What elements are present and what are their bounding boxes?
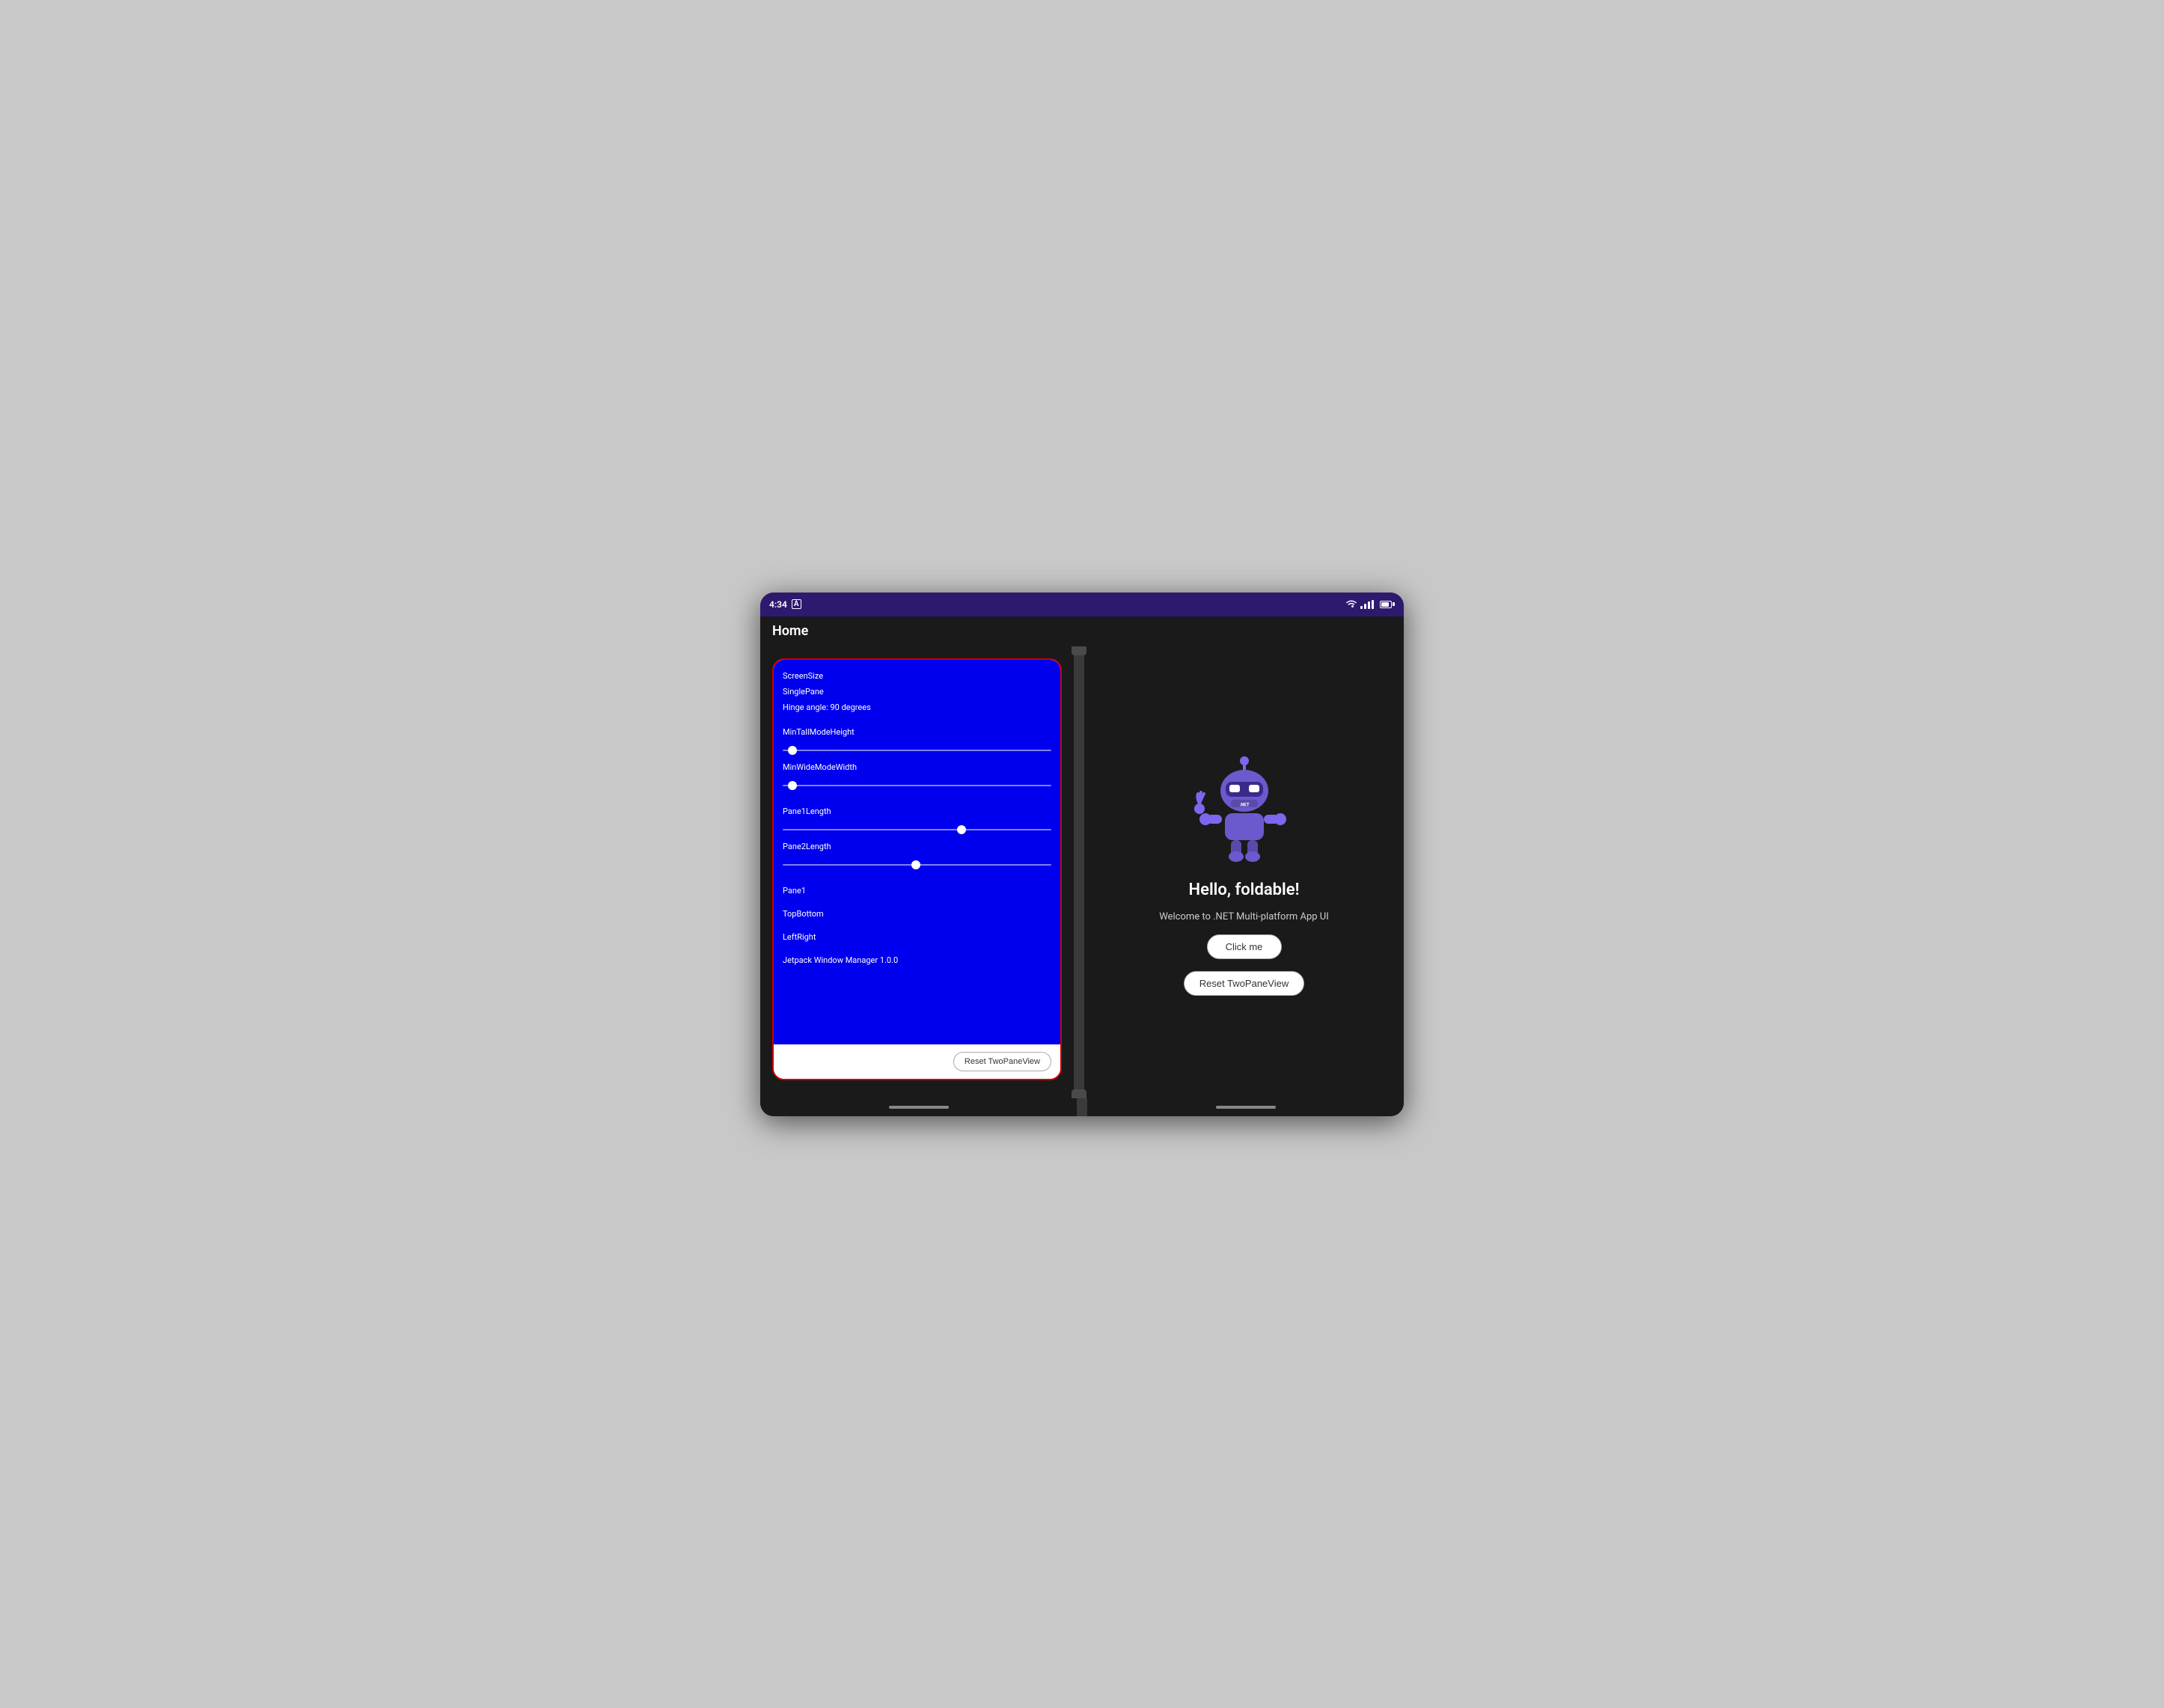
status-bar-left: 4:34 A (769, 599, 801, 610)
status-bar: 4:34 A (760, 593, 1404, 616)
bottom-nav-left (760, 1098, 1077, 1116)
robot-svg: .NET (1192, 749, 1297, 869)
pane2-length-slider[interactable] (783, 857, 1051, 872)
two-pane-view: ScreenSize SinglePane Hinge angle: 90 de… (760, 646, 1404, 1098)
screen-size-label: ScreenSize (783, 670, 1051, 682)
click-me-button[interactable]: Click me (1207, 934, 1282, 959)
pane-left: ScreenSize SinglePane Hinge angle: 90 de… (760, 646, 1074, 1098)
device-frame: 4:34 A (760, 593, 1404, 1116)
reset-twopane-left-button[interactable]: Reset TwoPaneView (953, 1052, 1051, 1071)
min-wide-slider[interactable] (783, 778, 1051, 793)
device-hinge (1074, 646, 1084, 1098)
hello-foldable-text: Hello, foldable! (1189, 881, 1300, 899)
left-right-label: LeftRight (783, 932, 1051, 942)
battery-icon (1380, 601, 1395, 608)
app-bar: Home (760, 616, 1404, 646)
app-title: Home (772, 623, 808, 639)
pane2-thumb (911, 860, 920, 869)
min-wide-thumb (788, 781, 797, 790)
pane1-info-label: Pane1 (783, 886, 1051, 896)
bottom-nav-bars (760, 1098, 1404, 1116)
nav-pill-left (889, 1106, 949, 1109)
bottom-hinge (1077, 1098, 1087, 1116)
wifi-icon (1345, 597, 1357, 611)
svg-text:.NET: .NET (1239, 802, 1249, 807)
pane-right: .NET (1084, 646, 1404, 1098)
min-tall-thumb (788, 746, 797, 755)
jetpack-label: Jetpack Window Manager 1.0.0 (783, 955, 1051, 965)
accessibility-icon: A (792, 599, 801, 609)
signal-icon (1360, 600, 1374, 609)
bottom-nav-right (1087, 1098, 1404, 1116)
robot-illustration: .NET (1192, 749, 1297, 869)
left-bottom-bar: Reset TwoPaneView (774, 1044, 1060, 1079)
pane1-thumb (957, 825, 966, 834)
nav-pill-right (1216, 1106, 1276, 1109)
welcome-text: Welcome to .NET Multi-platform App UI (1159, 911, 1329, 922)
min-tall-label: MinTallModeHeight (783, 727, 1051, 737)
left-inner-panel: ScreenSize SinglePane Hinge angle: 90 de… (774, 660, 1060, 1044)
hinge-angle-label: Hinge angle: 90 degrees (783, 702, 1051, 713)
pane1-length-label: Pane1Length (783, 806, 1051, 816)
left-content-wrapper: ScreenSize SinglePane Hinge angle: 90 de… (772, 658, 1062, 1080)
min-wide-label: MinWideModeWidth (783, 762, 1051, 772)
top-bottom-label: TopBottom (783, 909, 1051, 919)
min-tall-slider[interactable] (783, 743, 1051, 758)
time-display: 4:34 (769, 599, 787, 610)
status-bar-right (1345, 597, 1395, 611)
reset-twopane-right-button[interactable]: Reset TwoPaneView (1184, 971, 1304, 996)
pane2-length-label: Pane2Length (783, 842, 1051, 851)
pane1-length-slider[interactable] (783, 822, 1051, 837)
single-pane-label: SinglePane (783, 686, 1051, 697)
